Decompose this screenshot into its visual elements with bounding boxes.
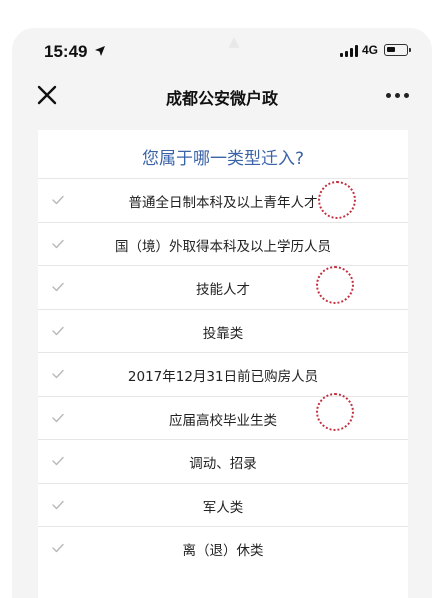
option-label: 国（境）外取得本科及以上学历人员	[115, 238, 331, 255]
more-icon[interactable]	[386, 92, 410, 100]
nav-bar: 成都公安微户政	[12, 72, 432, 118]
option-item[interactable]: 投靠类	[38, 308, 408, 353]
option-item[interactable]: 调动、招录	[38, 439, 408, 483]
option-label: 离（退）休类	[182, 543, 264, 559]
status-time: 15:49	[44, 42, 88, 61]
option-item[interactable]: 2017年12月31日前已购房人员	[38, 352, 408, 396]
option-label: 2017年12月31日前已购房人员	[127, 369, 319, 385]
option-item[interactable]: 国（境）外取得本科及以上学历人员	[38, 221, 408, 266]
option-label: 投靠类	[202, 325, 244, 342]
option-label: 调动、招录	[189, 456, 257, 472]
option-label: 军人类	[202, 499, 244, 516]
annotation-circle	[316, 266, 354, 304]
phone-screen: ▲ 15:49 4G 成都公安微户政 您属于哪一类型迁入? 普通全日制本科及以上…	[12, 28, 432, 598]
option-item[interactable]: 军人类	[38, 482, 408, 527]
network-type: 4G	[362, 43, 379, 57]
status-bar: 15:49 4G	[12, 28, 432, 72]
annotation-circle	[318, 181, 356, 219]
signal-strength-icon	[340, 45, 360, 57]
battery-tip	[409, 48, 411, 52]
annotation-circle	[316, 393, 354, 431]
location-arrow-icon	[95, 46, 105, 56]
option-item[interactable]: 离（退）休类	[38, 526, 408, 570]
question-heading: 您属于哪一类型迁入?	[141, 149, 305, 169]
battery-icon	[384, 44, 408, 56]
option-list: 普通全日制本科及以上青年人才 国（境）外取得本科及以上学历人员 技能人才 投靠类 201…	[38, 178, 408, 570]
page-title: 成都公安微户政	[165, 89, 278, 108]
